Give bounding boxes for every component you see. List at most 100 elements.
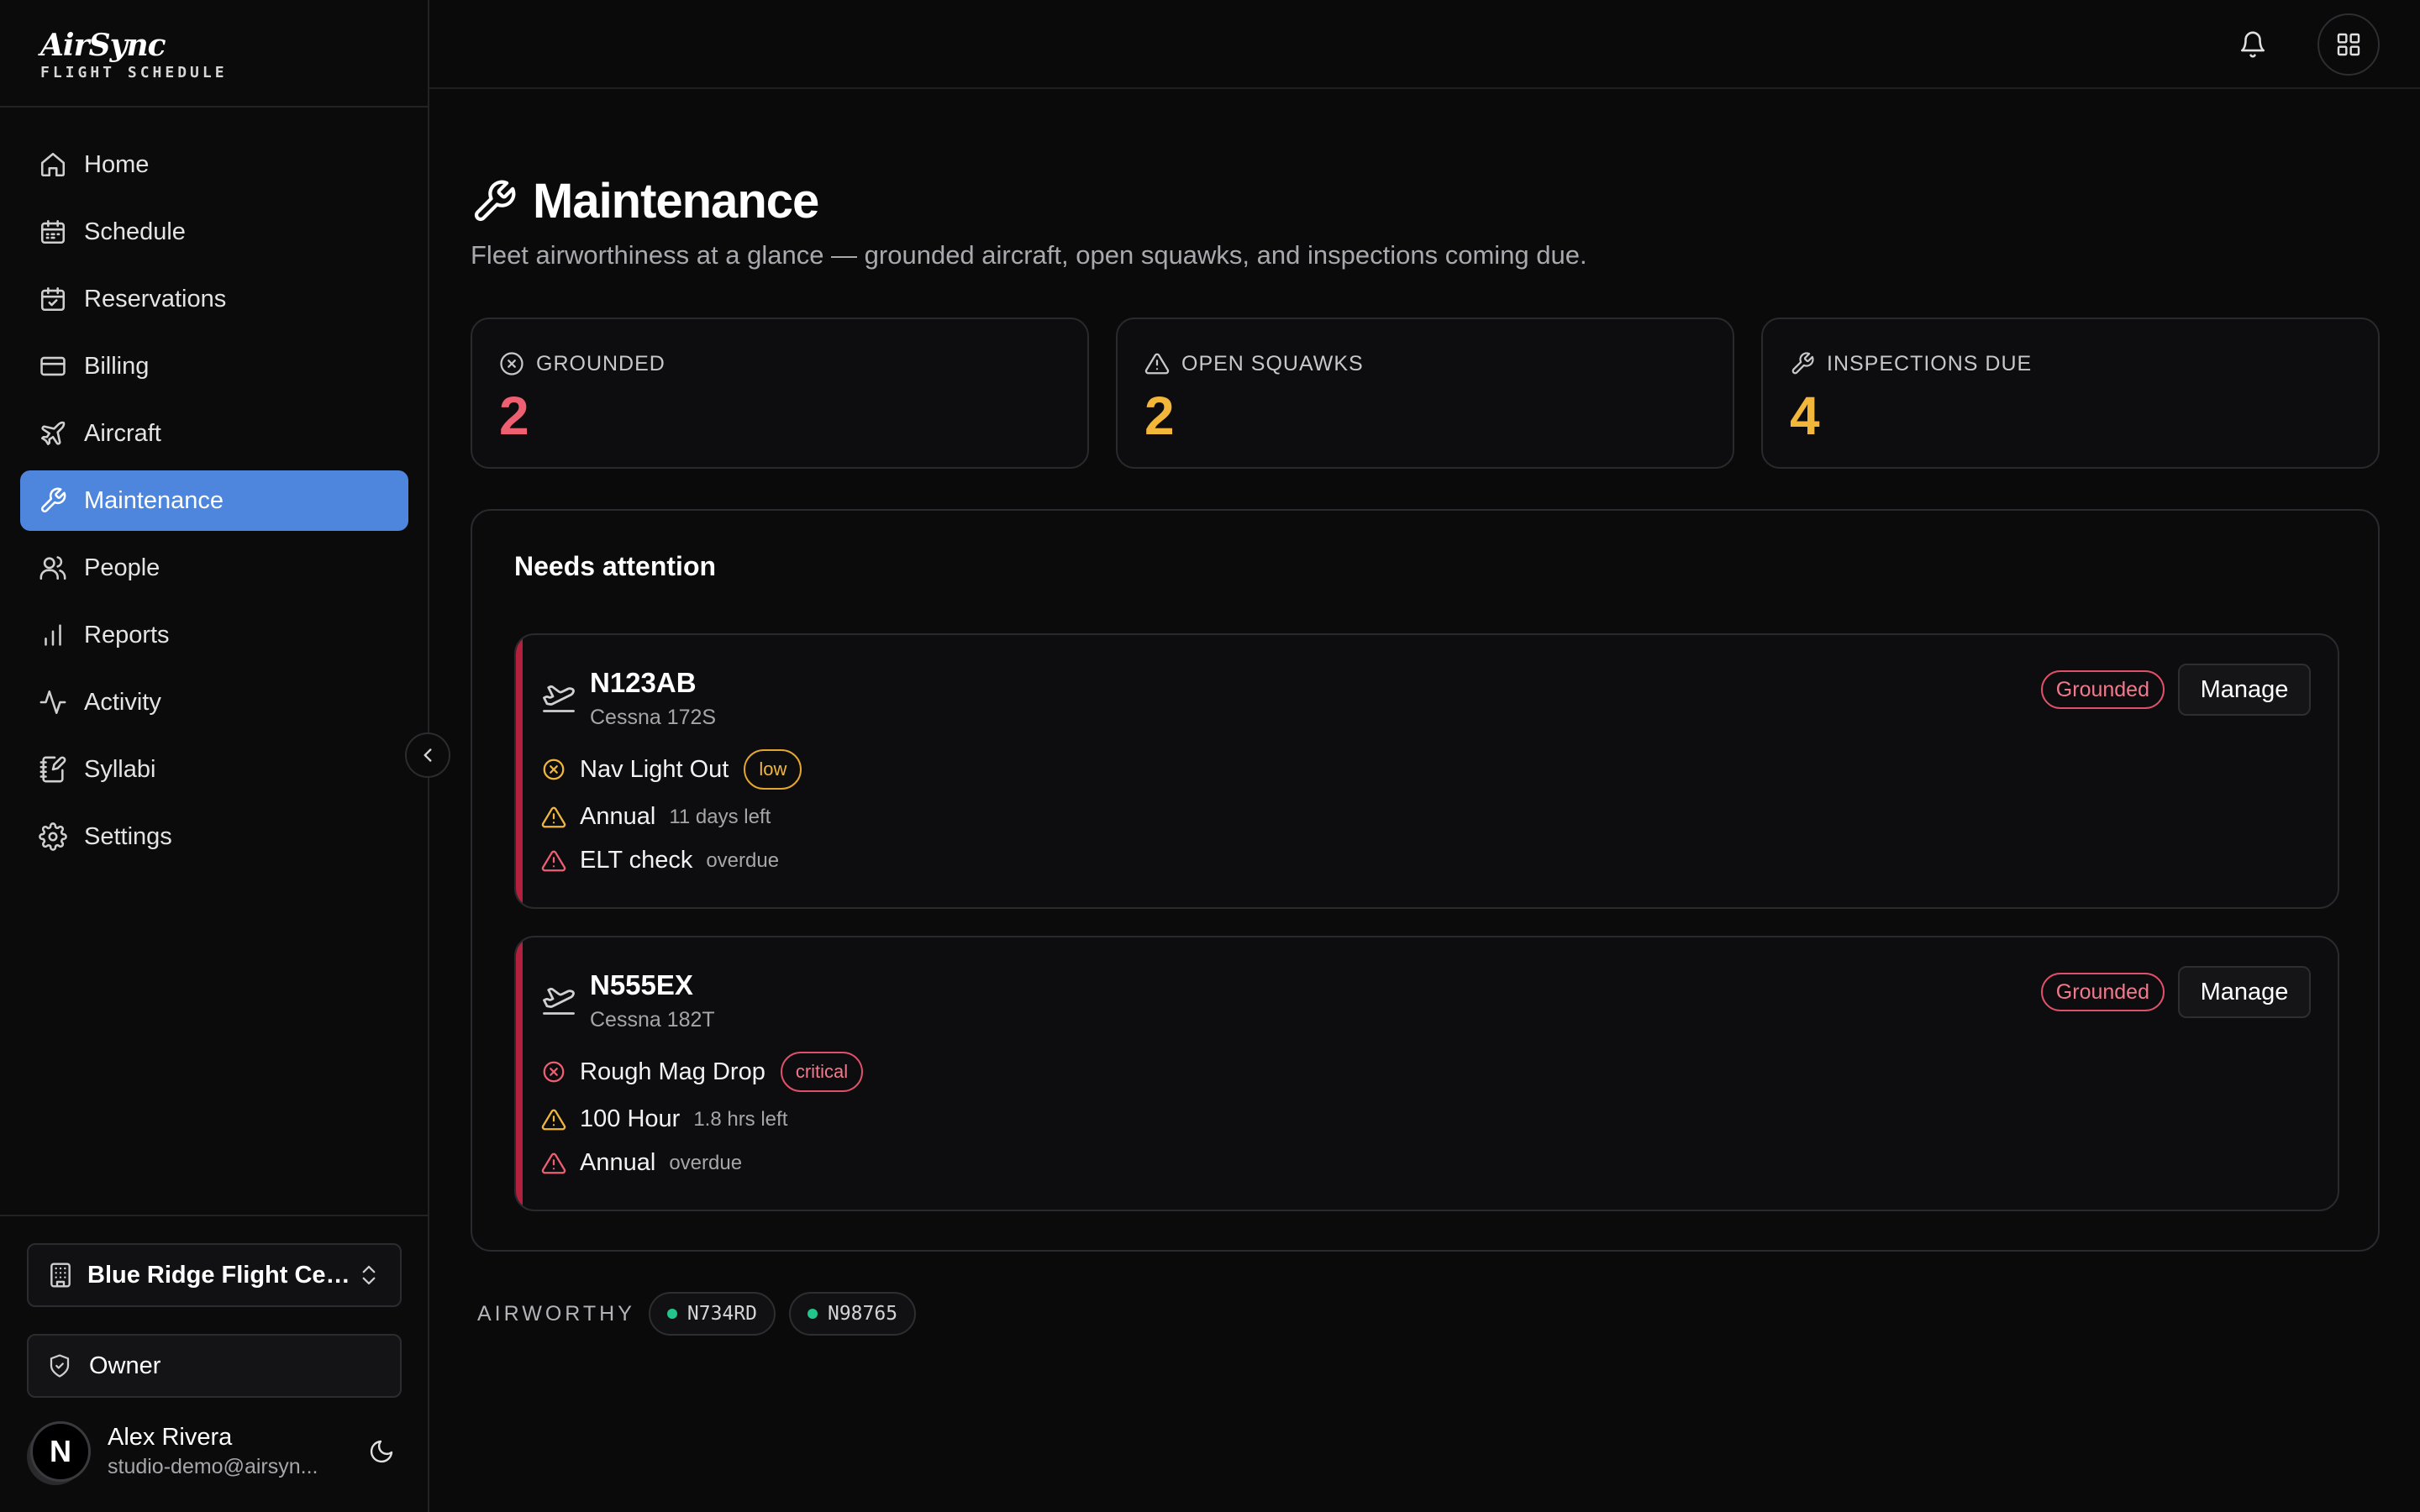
x-circle-icon [541,757,566,782]
topbar [429,0,2420,89]
brand-subtitle: FLIGHT SCHEDULE [40,64,228,81]
notifications-button[interactable] [2233,25,2272,64]
squawk-name: Nav Light Out [580,755,729,783]
chevron-up-down-icon [356,1263,381,1288]
sidebar-item-settings[interactable]: Settings [20,806,408,867]
divider [0,106,429,108]
status-dot [807,1309,818,1319]
manage-button[interactable]: Manage [2178,664,2311,716]
brand-logo: AirSync [40,28,166,63]
status-accent-bar [516,937,523,1210]
inspection-name: ELT check [580,847,693,874]
sidebar-item-label: Schedule [84,218,186,245]
sidebar-item-label: Activity [84,688,161,716]
aircraft-model: Cessna 172S [590,706,717,729]
bar-chart-icon [39,621,67,649]
squawk-item: Nav Light Out low [541,749,802,790]
severity-badge: critical [780,1052,864,1092]
sidebar-item-reports[interactable]: Reports [20,605,408,665]
sidebar-item-label: Billing [84,352,150,380]
needs-attention-panel: Needs attention N123AB Cessna 172S Groun… [471,509,2380,1252]
airworthy-label: AIRWORTHY [477,1301,635,1326]
avatar: N [30,1421,91,1482]
sidebar: AirSync FLIGHT SCHEDULE Home Schedule Re… [0,0,429,1512]
chevron-left-icon [417,744,439,766]
sidebar-item-aircraft[interactable]: Aircraft [20,403,408,464]
aircraft-chip[interactable]: N98765 [788,1292,917,1336]
panel-title: Needs attention [514,551,717,581]
bell-icon [2238,30,2267,59]
home-icon [39,150,67,179]
inspection-item: Annual 11 days left [541,803,771,831]
sidebar-item-billing[interactable]: Billing [20,336,408,396]
aircraft-card: N555EX Cessna 182T Grounded Manage Rough… [514,936,2339,1211]
sidebar-item-label: Syllabi [84,755,156,783]
warning-icon [541,1107,566,1132]
warning-icon [541,805,566,830]
stat-open-squawks: OPEN SQUAWKS 2 [1116,318,1734,469]
page-subtitle: Fleet airworthiness at a glance — ground… [471,240,1587,270]
sidebar-item-maintenance[interactable]: Maintenance [20,470,408,531]
sidebar-item-schedule[interactable]: Schedule [20,202,408,262]
collapse-sidebar-button[interactable] [405,732,450,778]
sidebar-item-reservations[interactable]: Reservations [20,269,408,329]
apps-button[interactable] [2317,13,2380,76]
sidebar-item-syllabi[interactable]: Syllabi [20,739,408,800]
aircraft-model: Cessna 182T [590,1008,715,1032]
organization-name: Blue Ridge Flight Center [87,1261,356,1289]
sidebar-item-people[interactable]: People [20,538,408,598]
aircraft-tail-number[interactable]: N123AB [590,667,697,699]
credit-card-icon [39,352,67,381]
calendar-check-icon [39,285,67,313]
status-dot [666,1309,677,1319]
gear-icon [39,822,67,851]
aircraft-tail-number[interactable]: N555EX [590,969,693,1001]
brand[interactable]: AirSync FLIGHT SCHEDULE [40,29,228,81]
aircraft-chip[interactable]: N734RD [648,1292,776,1336]
notebook-icon [39,755,67,784]
inspection-due: 11 days left [669,805,771,828]
role-label: Owner [89,1352,161,1379]
sidebar-item-label: Aircraft [84,419,161,447]
sidebar-item-label: Settings [84,822,172,850]
warning-icon [541,848,566,874]
theme-toggle-button[interactable] [363,1433,400,1470]
plane-departure-icon [541,981,576,1016]
inspection-name: Annual [580,803,656,830]
aircraft-card: N123AB Cessna 172S Grounded Manage Nav L… [514,633,2339,909]
sidebar-item-activity[interactable]: Activity [20,672,408,732]
calendar-icon [39,218,67,246]
role-badge[interactable]: Owner [27,1334,402,1398]
building-icon [47,1262,74,1289]
moon-icon [368,1438,395,1465]
divider [0,1215,429,1216]
organization-select[interactable]: Blue Ridge Flight Center [27,1243,402,1307]
inspection-item: Annual overdue [541,1149,742,1177]
sidebar-item-label: People [84,554,160,581]
x-circle-icon [499,351,524,376]
sidebar-item-label: Maintenance [84,486,224,514]
stat-value: 2 [1144,386,1175,446]
inspection-due: 1.8 hrs left [693,1107,788,1131]
manage-button[interactable]: Manage [2178,966,2311,1018]
sidebar-item-label: Home [84,150,150,178]
wrench-icon [39,486,67,515]
stat-value: 4 [1790,386,1820,446]
shield-check-icon [47,1353,72,1378]
plane-departure-icon [541,679,576,714]
user-name: Alex Rivera [108,1424,233,1451]
inspection-due: overdue [706,848,780,872]
squawk-name: Rough Mag Drop [580,1058,765,1085]
user-email: studio-demo@airsyn... [108,1455,318,1478]
user-profile[interactable]: N Alex Rivera studio-demo@airsyn... [30,1418,400,1485]
sidebar-item-home[interactable]: Home [20,134,408,195]
inspection-item: 100 Hour 1.8 hrs left [541,1105,787,1133]
plane-icon [39,419,67,448]
sidebar-item-label: Reservations [84,285,227,312]
stat-label: OPEN SQUAWKS [1181,351,1364,375]
stat-grounded: GROUNDED 2 [471,318,1089,469]
stat-label: INSPECTIONS DUE [1827,351,2033,375]
stat-value: 2 [499,386,529,446]
squawk-item: Rough Mag Drop critical [541,1052,864,1092]
wrench-icon [1790,351,1815,376]
